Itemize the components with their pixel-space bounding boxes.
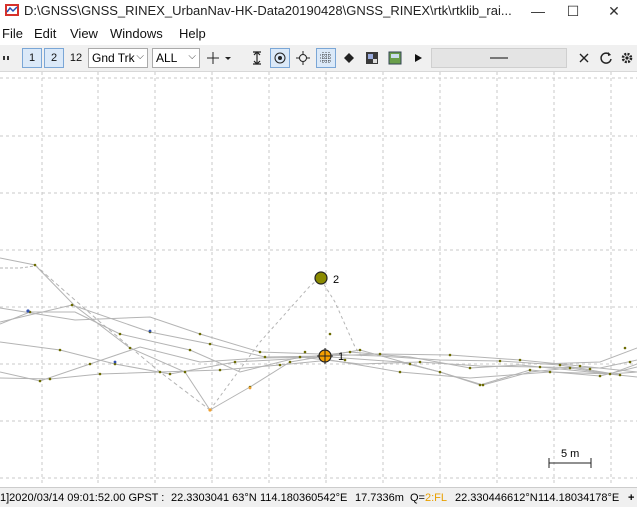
- play-icon[interactable]: [408, 48, 428, 68]
- origin-select-button[interactable]: [205, 48, 233, 68]
- menu-edit[interactable]: Edit: [34, 26, 56, 41]
- plot-area[interactable]: 2 1 5 m: [0, 72, 637, 486]
- chevron-down-icon: ⌵: [136, 51, 144, 62]
- plot-type-value: Gnd Trk: [92, 51, 135, 65]
- status-cursor-latitude: 22.330446612°N: [455, 492, 538, 504]
- maximize-button[interactable]: ☐: [555, 0, 591, 22]
- show-points-icon[interactable]: [339, 48, 359, 68]
- menu-file[interactable]: File: [2, 26, 23, 41]
- menu-windows[interactable]: Windows: [110, 26, 163, 41]
- ground-track-plot[interactable]: 2 1 5 m: [0, 72, 637, 486]
- solution2-marker[interactable]: [314, 271, 328, 285]
- close-icon[interactable]: [574, 48, 594, 68]
- title-bar: D:\GNSS\GNSS_RINEX_UrbanNav-HK-Data20190…: [0, 0, 637, 22]
- solution1-label: 1: [338, 351, 344, 363]
- crosshair-icon: +: [628, 492, 635, 504]
- solution12-button[interactable]: 12: [66, 48, 86, 68]
- quality-filter-value: ALL: [156, 51, 178, 65]
- gear-icon[interactable]: [617, 48, 637, 68]
- menu-view[interactable]: View: [70, 26, 98, 41]
- chevron-down-icon: ⌵: [188, 51, 196, 62]
- status-longitude: 114.180360542°E: [260, 492, 348, 504]
- show-map-icon[interactable]: [362, 48, 382, 68]
- toolbar-grip-icon: [0, 48, 12, 68]
- close-window-button[interactable]: ✕: [596, 0, 632, 22]
- status-quality-value: 2:FL: [425, 492, 448, 504]
- plot-type-select[interactable]: Gnd Trk ⌵: [88, 48, 148, 68]
- fit-position-icon[interactable]: [293, 48, 313, 68]
- reload-icon[interactable]: [596, 48, 616, 68]
- time-slider-thumb[interactable]: [490, 57, 508, 59]
- menu-bar: File Edit View Windows Help: [0, 24, 637, 44]
- scale-label: 5 m: [561, 448, 579, 460]
- status-latitude: 22.3303041 63°N: [171, 492, 257, 504]
- app-icon: [5, 4, 19, 16]
- menu-help[interactable]: Help: [179, 26, 206, 41]
- solution1-button[interactable]: 1: [22, 48, 42, 68]
- toolbar: 1 2 12 Gnd Trk ⌵ ALL ⌵: [0, 45, 637, 72]
- time-slider[interactable]: [431, 48, 567, 68]
- window-title: D:\GNSS\GNSS_RINEX_UrbanNav-HK-Data20190…: [24, 3, 512, 18]
- solution2-button[interactable]: 2: [44, 48, 64, 68]
- status-cursor-longitude: 114.18034178°E: [538, 492, 620, 504]
- solution1-marker[interactable]: [317, 348, 333, 364]
- fit-vertical-icon[interactable]: [247, 48, 267, 68]
- status-time: 1]2020/03/14 09:01:52.00 GPST :: [0, 492, 165, 504]
- minimize-button[interactable]: —: [520, 0, 556, 22]
- status-height: 17.7336m: [355, 492, 404, 504]
- status-quality-label: Q=: [410, 492, 425, 504]
- grid-toggle-icon[interactable]: [316, 48, 336, 68]
- solution2-label: 2: [333, 274, 339, 286]
- center-origin-icon[interactable]: [270, 48, 290, 68]
- status-bar: 1]2020/03/14 09:01:52.00 GPST : 22.33030…: [0, 487, 637, 507]
- show-image-icon[interactable]: [385, 48, 405, 68]
- quality-filter-select[interactable]: ALL ⌵: [152, 48, 200, 68]
